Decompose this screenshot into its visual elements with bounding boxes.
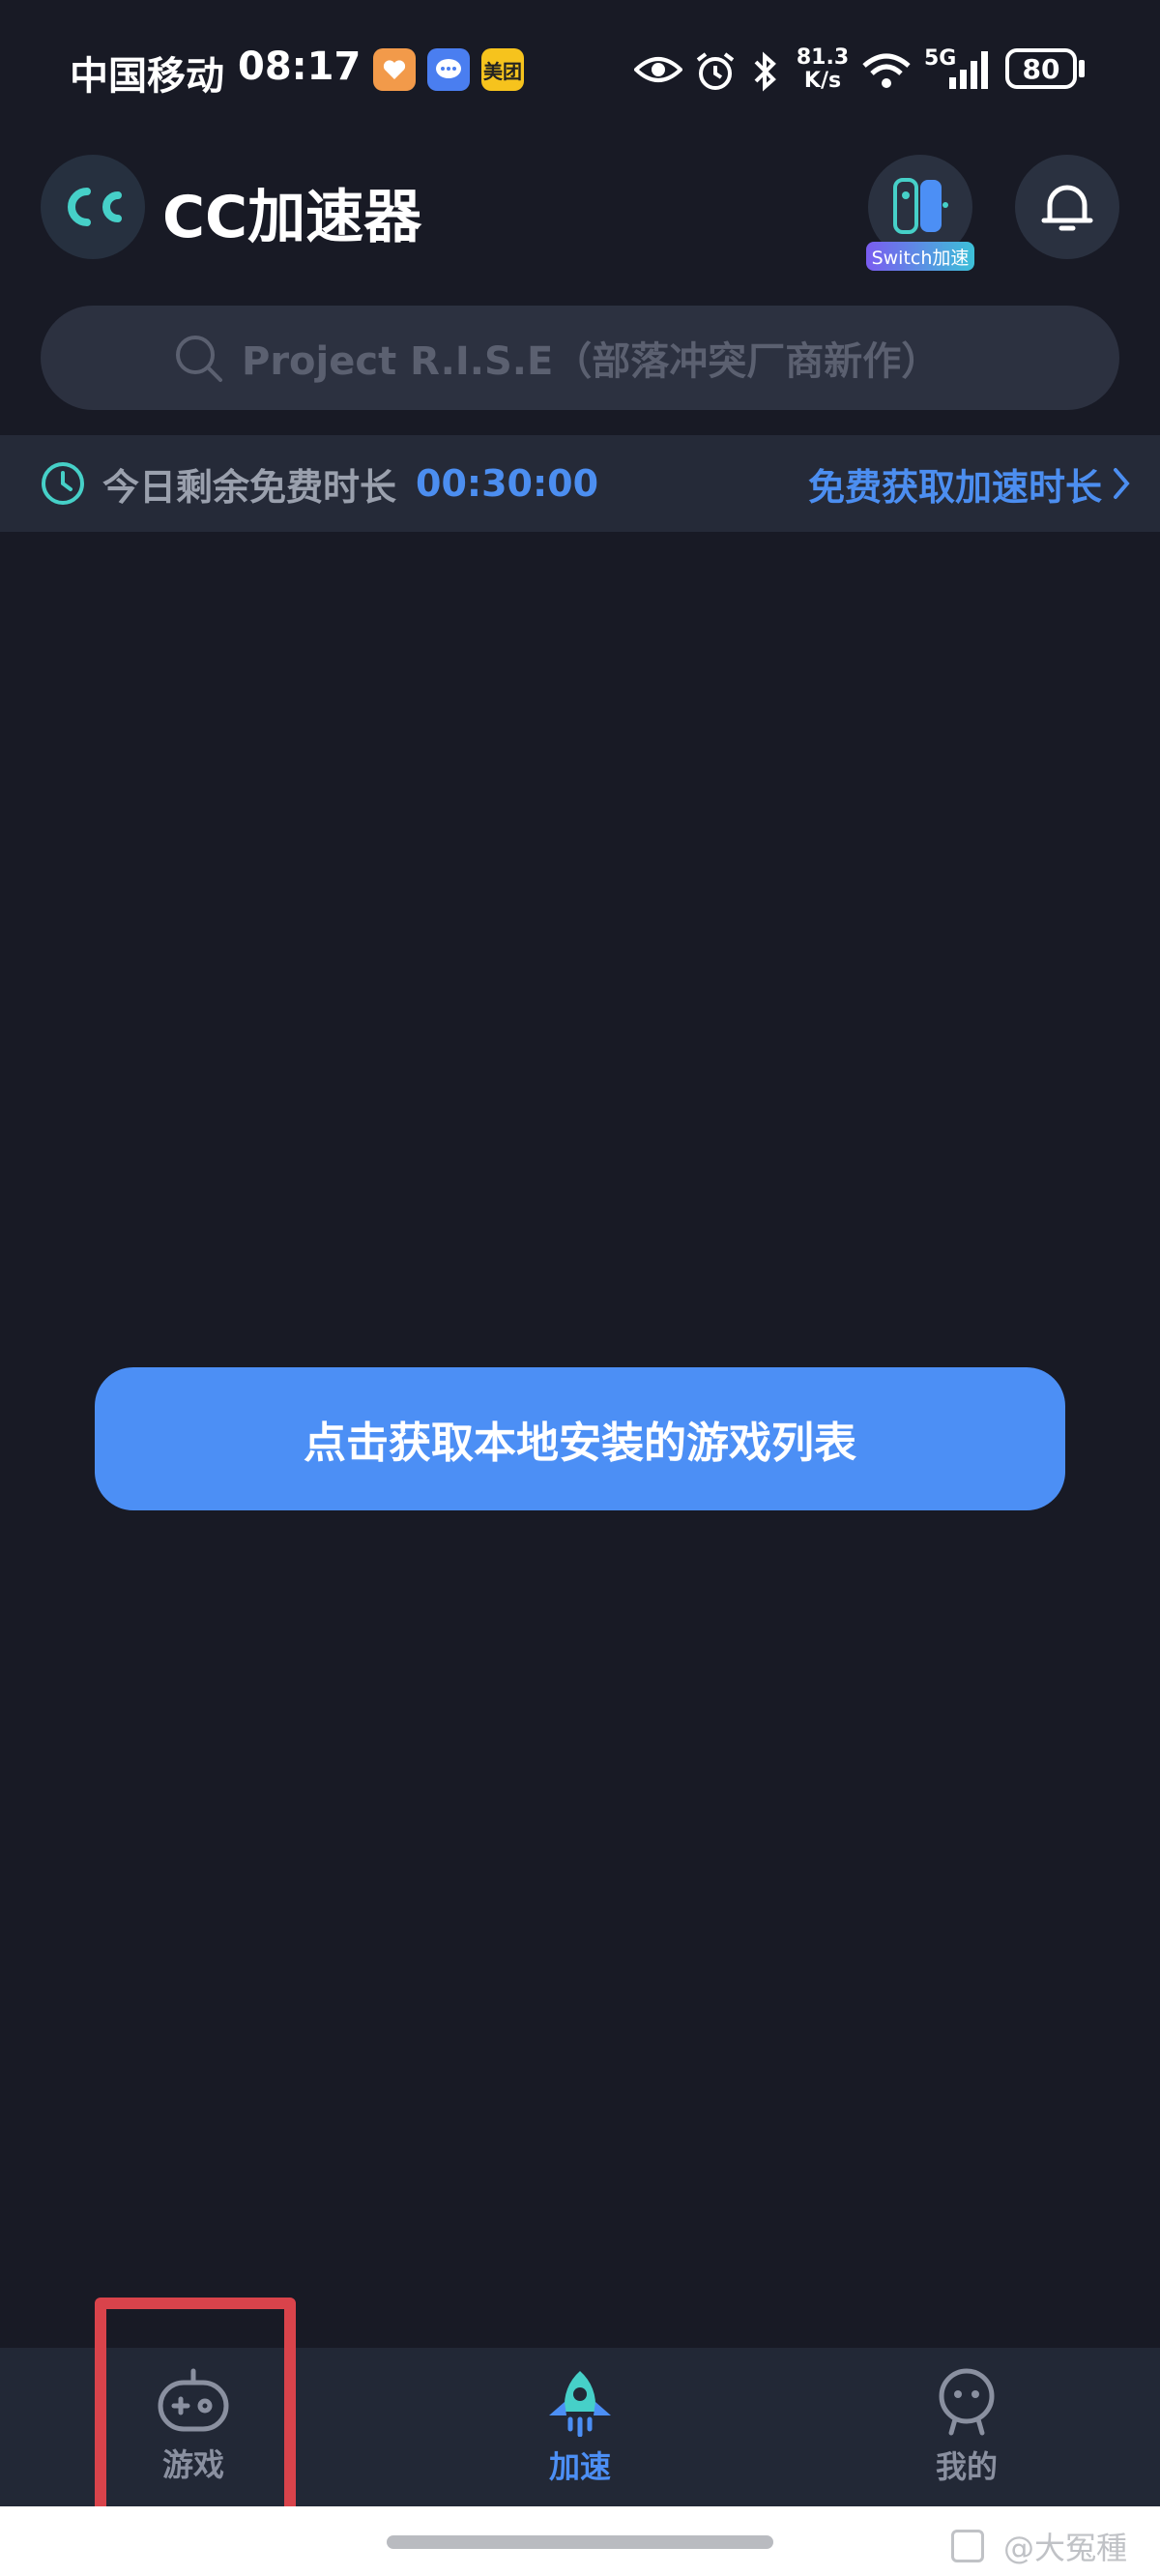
app-logo <box>41 155 145 259</box>
like-app-icon <box>373 48 416 91</box>
cc-logo-icon <box>68 188 122 226</box>
clock-time: 08:17 <box>238 44 362 89</box>
cell-signal-icon <box>949 51 988 89</box>
meituan-app-icon: 美团 <box>481 48 524 91</box>
search-icon <box>176 336 222 382</box>
profile-icon <box>939 2368 995 2436</box>
status-bar: 中国移动 08:17 美团 81.3 K/s 5G 80 <box>0 0 1160 135</box>
chevron-right-icon <box>1114 468 1130 499</box>
nav-label-profile: 我的 <box>935 2448 998 2485</box>
switch-tag: Switch加速 <box>866 242 974 271</box>
app-title: CC加速器 <box>162 184 422 251</box>
net-speed-value: 81.3 <box>796 45 850 70</box>
nav-item-profile[interactable]: 我的 <box>851 2348 1083 2506</box>
alarm-icon <box>696 52 735 90</box>
search-placeholder: Project R.I.S.E（部落冲突厂商新作） <box>242 339 941 384</box>
carrier-label: 中国移动 <box>70 54 224 99</box>
eye-icon <box>634 57 682 82</box>
search-bar[interactable]: Project R.I.S.E（部落冲突厂商新作） <box>41 306 1119 410</box>
wifi-icon <box>862 53 911 88</box>
notification-button[interactable] <box>1015 155 1119 259</box>
battery-indicator: 80 <box>1005 48 1077 89</box>
free-time-label: 今日剩余免费时长 <box>102 465 397 509</box>
get-free-time-link[interactable]: 免费获取加速时长 <box>808 457 1102 511</box>
switch-console-icon <box>893 178 948 234</box>
free-time-bar: 今日剩余免费时长 00:30:00 免费获取加速时长 <box>0 435 1160 532</box>
free-time-value: 00:30:00 <box>416 462 599 505</box>
clock-icon <box>42 462 84 505</box>
bluetooth-icon <box>754 51 776 92</box>
battery-tip <box>1079 60 1085 77</box>
watermark-logo-icon <box>951 2530 984 2562</box>
message-app-icon <box>427 48 470 91</box>
battery-level: 80 <box>1022 52 1060 85</box>
nav-label-accelerate: 加速 <box>548 2448 611 2485</box>
get-local-games-button[interactable]: 点击获取本地安装的游戏列表 <box>95 1367 1065 1510</box>
meituan-label: 美团 <box>483 59 522 83</box>
watermark: @大冤種 <box>951 2524 1127 2568</box>
nav-item-accelerate[interactable]: 加速 <box>464 2348 696 2506</box>
bell-icon <box>1041 185 1093 231</box>
highlight-box <box>95 2298 296 2526</box>
rocket-icon <box>549 2371 611 2437</box>
watermark-text: @大冤種 <box>1003 2530 1128 2566</box>
network-speed: 81.3 K/s <box>795 46 851 93</box>
home-indicator[interactable] <box>387 2535 773 2549</box>
net-speed-unit: K/s <box>803 69 842 93</box>
